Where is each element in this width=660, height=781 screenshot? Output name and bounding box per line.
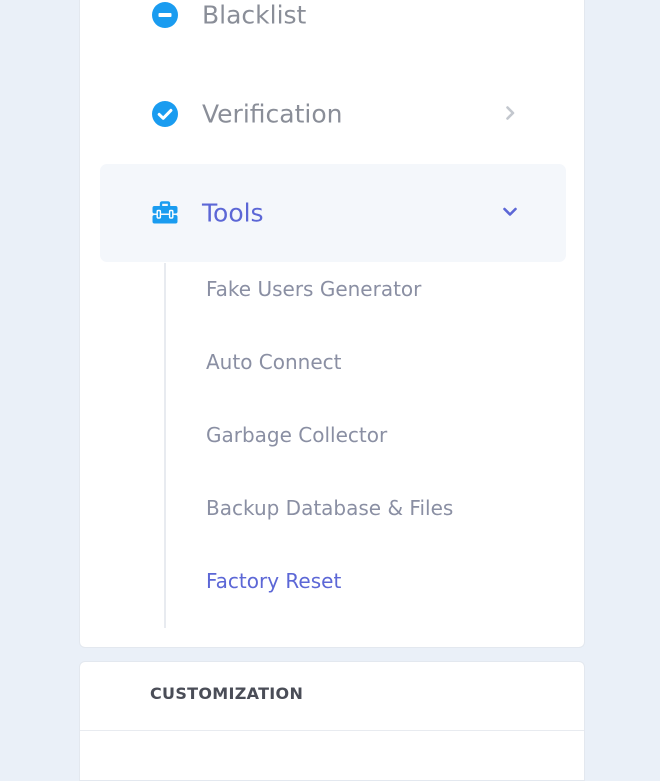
submenu-item-fake-users-generator[interactable]: Fake Users Generator — [206, 274, 421, 304]
menu-item-tools[interactable]: Tools — [100, 164, 566, 262]
menu-item-label: Verification — [202, 99, 343, 129]
minus-circle-icon — [152, 2, 178, 28]
menu-item-verification[interactable]: Verification — [100, 65, 566, 163]
sidebar-menu-card: Blacklist Verification Tools Fake Users … — [79, 0, 585, 648]
tools-submenu: Fake Users Generator Auto Connect Garbag… — [164, 263, 566, 628]
section-title: CUSTOMIZATION — [150, 684, 304, 703]
divider — [80, 730, 584, 731]
chevron-down-icon — [503, 207, 517, 216]
menu-item-blacklist[interactable]: Blacklist — [100, 0, 566, 64]
menu-item-label: Tools — [202, 198, 264, 228]
submenu-item-factory-reset[interactable]: Factory Reset — [206, 566, 341, 596]
submenu-item-garbage-collector[interactable]: Garbage Collector — [206, 420, 387, 450]
chevron-right-icon — [506, 106, 515, 120]
submenu-item-backup-database-files[interactable]: Backup Database & Files — [206, 493, 453, 523]
menu-item-label: Blacklist — [202, 0, 307, 30]
customization-card: CUSTOMIZATION — [79, 661, 585, 781]
toolbox-icon — [152, 201, 178, 224]
check-circle-icon — [152, 101, 178, 127]
submenu-item-auto-connect[interactable]: Auto Connect — [206, 347, 342, 377]
